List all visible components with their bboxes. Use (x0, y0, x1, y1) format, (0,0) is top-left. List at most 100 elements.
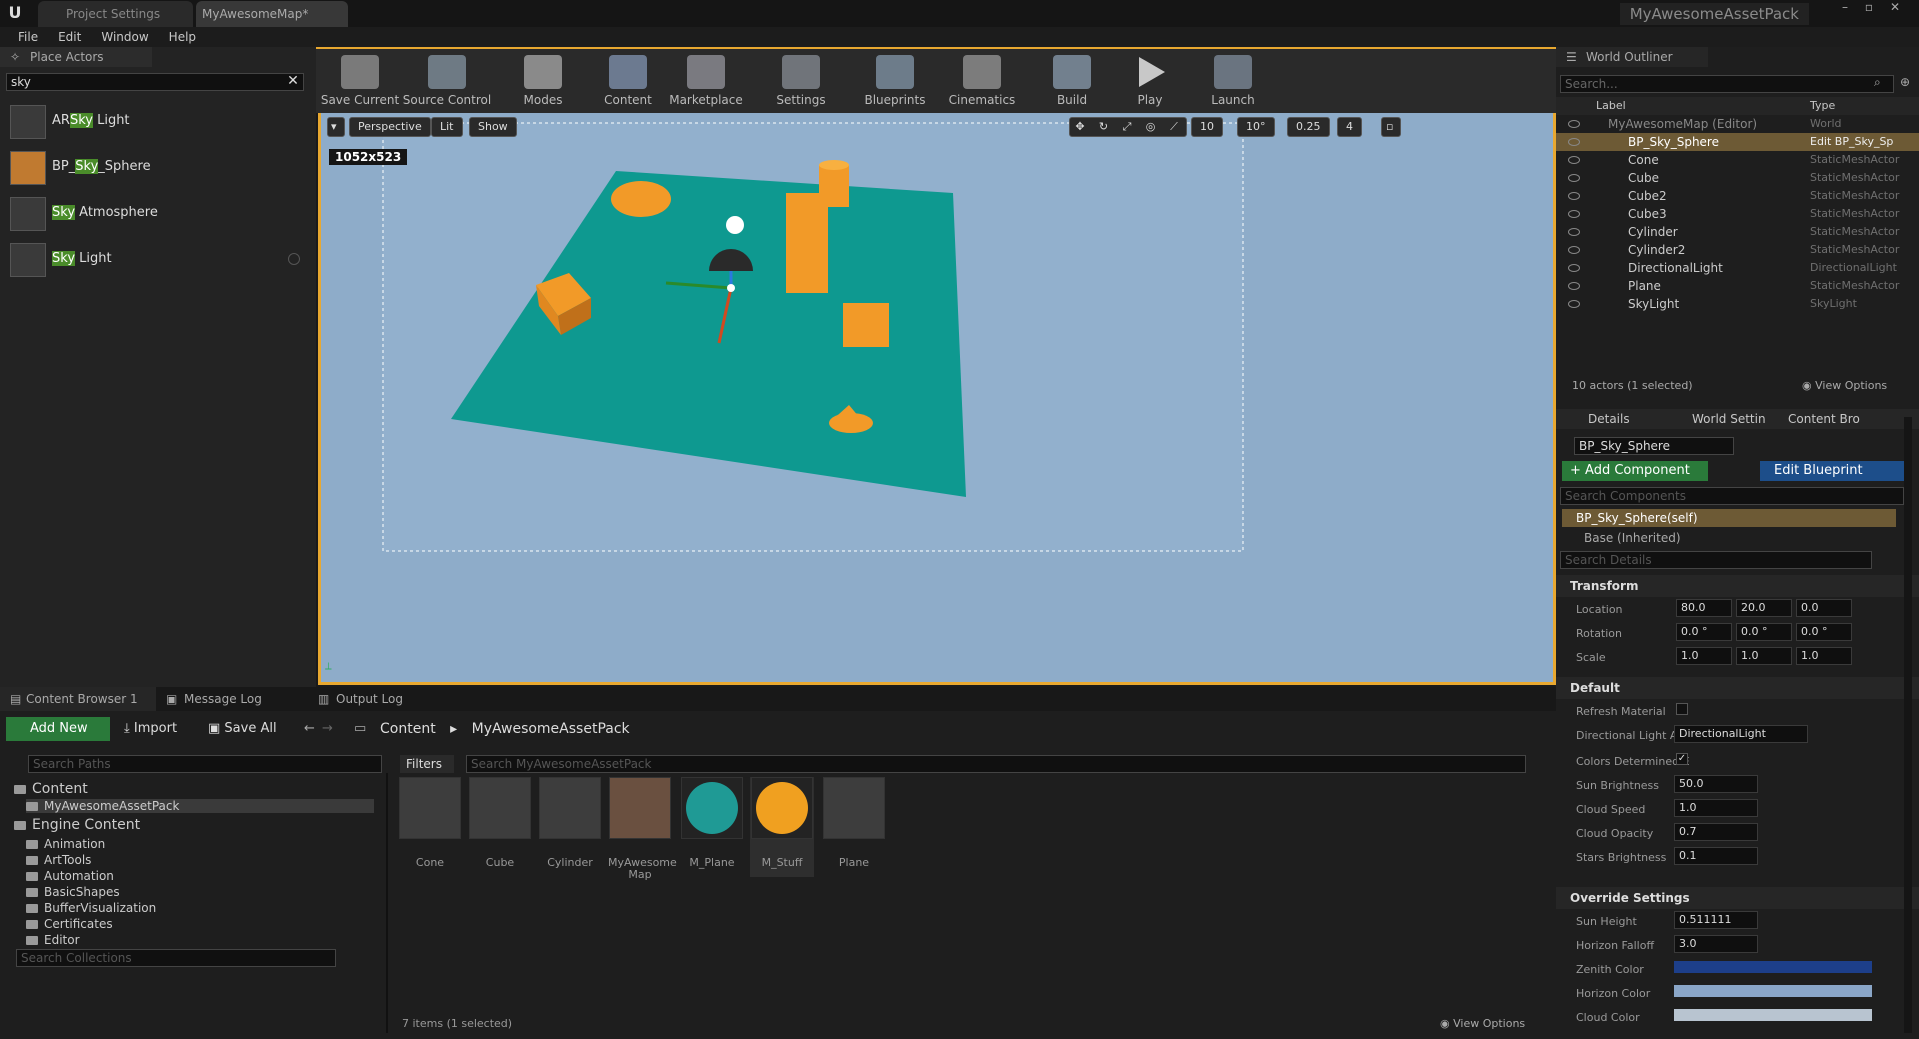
back-icon[interactable]: ← (304, 721, 315, 736)
eye-icon[interactable] (1568, 156, 1580, 164)
scale-z-field[interactable]: 1.0 (1796, 647, 1852, 665)
add-filter-icon[interactable]: ⊕ (1900, 75, 1910, 89)
list-item[interactable]: Sky Atmosphere (0, 191, 316, 237)
eye-icon[interactable] (1568, 138, 1580, 146)
outliner-row[interactable]: Cone StaticMeshActor (1556, 151, 1919, 169)
menu-file[interactable]: File (8, 27, 48, 47)
viewport-menu-button[interactable]: ▾ (327, 117, 345, 137)
tab-my-awesome-map[interactable]: MyAwesomeMap* (196, 1, 348, 27)
content-view-options[interactable]: ◉ View Options (1440, 1017, 1525, 1030)
location-label[interactable]: Location (1576, 603, 1623, 616)
list-item[interactable]: Sky Light (0, 237, 316, 283)
minimize-icon[interactable]: – (1833, 0, 1857, 16)
world-outliner-tab[interactable]: ☰ World Outliner (1556, 47, 1708, 67)
tab-output-log[interactable]: ▥ Output Log (310, 687, 460, 711)
horizon-falloff-field[interactable]: 3.0 (1674, 935, 1758, 953)
launch-button[interactable]: Launch (1198, 55, 1268, 111)
location-y-field[interactable]: 20.0 (1736, 599, 1792, 617)
eye-icon[interactable] (1568, 246, 1580, 254)
breadcrumb-asset-pack[interactable]: MyAwesomeAssetPack (472, 721, 630, 737)
import-button[interactable]: ⤓ Import (124, 721, 177, 736)
grid-snap-button[interactable]: 10 (1191, 117, 1223, 137)
rotation-x-field[interactable]: 0.0 ° (1676, 623, 1732, 641)
location-x-field[interactable]: 80.0 (1676, 599, 1732, 617)
source-control-button[interactable]: Source Control (402, 55, 492, 111)
asset-tile[interactable]: Cylinder (538, 777, 602, 877)
outliner-row[interactable]: MyAwesomeMap (Editor) World (1556, 115, 1919, 133)
type-column-header[interactable]: Type (1810, 99, 1835, 112)
add-new-button[interactable]: Add New (6, 717, 110, 741)
menu-window[interactable]: Window (91, 27, 158, 47)
tree-folder[interactable]: ArtTools (26, 853, 91, 867)
asset-tile[interactable]: Cone (398, 777, 462, 877)
colors-determined-checkbox[interactable]: ✓ (1676, 753, 1688, 765)
content-button[interactable]: Content (594, 55, 662, 111)
tree-project-folder[interactable]: MyAwesomeAssetPack (26, 799, 374, 813)
menu-help[interactable]: Help (159, 27, 206, 47)
search-paths-input[interactable]: Search Paths (28, 755, 382, 773)
eye-icon[interactable] (1568, 228, 1580, 236)
directional-light-select[interactable]: DirectionalLight (1674, 725, 1808, 743)
cloud-color-swatch[interactable] (1674, 1009, 1872, 1021)
save-current-button[interactable]: Save Current (320, 55, 400, 111)
tree-folder[interactable]: Animation (26, 837, 105, 851)
tree-content[interactable]: Content (14, 781, 88, 797)
eye-icon[interactable] (1568, 192, 1580, 200)
save-all-button[interactable]: ▣ Save All (208, 721, 277, 736)
base-inherited-row[interactable]: Base (Inherited) (1584, 531, 1681, 545)
camera-speed-button[interactable]: 4 (1337, 117, 1362, 137)
label-column-header[interactable]: Label (1596, 99, 1626, 112)
lit-button[interactable]: Lit (431, 117, 463, 137)
actor-search-input[interactable]: sky (6, 73, 304, 91)
scale-x-field[interactable]: 1.0 (1676, 647, 1732, 665)
default-section[interactable]: Default (1556, 677, 1919, 699)
outliner-view-options[interactable]: ◉ View Options (1802, 379, 1887, 392)
filters-button[interactable]: Filters (400, 755, 454, 773)
play-button[interactable]: Play (1118, 55, 1182, 111)
search-components-input[interactable]: Search Components (1560, 487, 1904, 505)
perspective-button[interactable]: Perspective (349, 117, 431, 137)
refresh-material-checkbox[interactable] (1676, 703, 1688, 715)
rotation-z-field[interactable]: 0.0 ° (1796, 623, 1852, 641)
outliner-search-input[interactable]: Search... (1560, 75, 1894, 93)
asset-tile-selected[interactable]: M_Stuff (750, 777, 814, 877)
tree-folder[interactable]: Certificates (26, 917, 113, 931)
edit-blueprint-button[interactable]: Edit Blueprint (1760, 461, 1905, 481)
zenith-color-swatch[interactable] (1674, 961, 1872, 973)
sun-brightness-field[interactable]: 50.0 (1674, 775, 1758, 793)
cloud-speed-field[interactable]: 1.0 (1674, 799, 1758, 817)
list-item[interactable]: ARSky Light (0, 99, 316, 145)
tab-content-browser-1[interactable]: ▤ Content Browser 1 (0, 687, 156, 711)
eye-icon[interactable] (1568, 120, 1580, 128)
settings-button[interactable]: Settings (766, 55, 836, 111)
tree-folder[interactable]: Automation (26, 869, 114, 883)
outliner-row-selected[interactable]: BP_Sky_Sphere Edit BP_Sky_Sp (1556, 133, 1919, 151)
asset-tile[interactable]: MyAwesome Map (608, 777, 677, 881)
rotation-y-field[interactable]: 0.0 ° (1736, 623, 1792, 641)
outliner-row[interactable]: Cylinder StaticMeshActor (1556, 223, 1919, 241)
tree-folder[interactable]: BufferVisualization (26, 901, 156, 915)
build-button[interactable]: Build (1040, 55, 1104, 111)
modes-button[interactable]: Modes (508, 55, 578, 111)
tree-folder[interactable]: Editor (26, 933, 80, 947)
outliner-row[interactable]: DirectionalLight DirectionalLight (1556, 259, 1919, 277)
menu-edit[interactable]: Edit (48, 27, 91, 47)
horizon-color-swatch[interactable] (1674, 985, 1872, 997)
outliner-row[interactable]: Cylinder2 StaticMeshActor (1556, 241, 1919, 259)
outliner-row[interactable]: Cube2 StaticMeshActor (1556, 187, 1919, 205)
eye-icon[interactable] (1568, 264, 1580, 272)
asset-tile[interactable]: Plane (822, 777, 886, 877)
scale-y-field[interactable]: 1.0 (1736, 647, 1792, 665)
tab-content-browser[interactable]: Content Bro (1788, 412, 1860, 426)
eye-icon[interactable] (1568, 300, 1580, 308)
add-component-button[interactable]: + Add Component (1562, 461, 1708, 481)
maximize-viewport-button[interactable]: ▫ (1381, 117, 1401, 137)
breadcrumb-content[interactable]: Content (380, 721, 436, 737)
asset-tile[interactable]: M_Plane (680, 777, 744, 877)
marketplace-button[interactable]: Marketplace (664, 55, 748, 111)
forward-icon[interactable]: → (322, 721, 333, 736)
tab-world-settings[interactable]: World Settin (1692, 412, 1766, 426)
outliner-row[interactable]: Cube StaticMeshActor (1556, 169, 1919, 187)
level-viewport[interactable]: ▾ Perspective Lit Show ✥ ↻ ⤢ ◎ ⟋ 10 10° … (318, 113, 1556, 685)
details-scrollbar[interactable] (1904, 417, 1912, 1033)
